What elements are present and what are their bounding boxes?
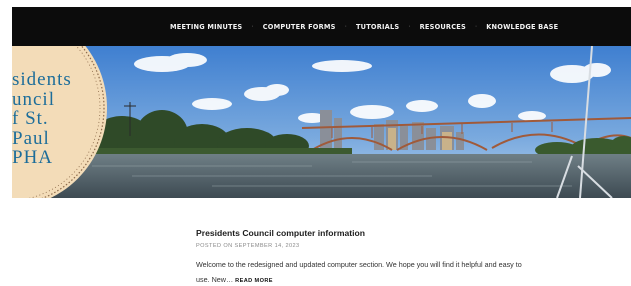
logo-line: sidents: [12, 69, 72, 90]
nav-separator: ·: [474, 23, 478, 30]
nav-item-tutorials[interactable]: TUTORIALS: [356, 23, 399, 31]
top-navigation-bar: MEETING MINUTES · COMPUTER FORMS · TUTOR…: [12, 7, 631, 46]
nav-separator: ·: [251, 23, 254, 30]
post-title-link[interactable]: Presidents Council computer information: [196, 228, 536, 238]
nav-item-meeting-minutes[interactable]: MEETING MINUTES: [170, 23, 242, 31]
nav-item-resources[interactable]: RESOURCES: [420, 23, 466, 31]
logo-line: uncil: [12, 88, 55, 110]
post-meta: POSTED ON SEPTEMBER 14, 2023: [196, 243, 536, 249]
post-date-link[interactable]: SEPTEMBER 14, 2023: [235, 243, 300, 249]
logo-line: PHA: [12, 147, 54, 168]
main-nav: MEETING MINUTES · COMPUTER FORMS · TUTOR…: [12, 7, 631, 46]
nav-separator: ·: [408, 23, 411, 30]
site-logo-text[interactable]: sidents uncil f St. Paul PHA: [12, 70, 72, 168]
nav-separator: ·: [344, 23, 347, 30]
nav-item-computer-forms[interactable]: COMPUTER FORMS: [263, 23, 336, 31]
read-more-link[interactable]: READ MORE: [235, 278, 273, 284]
header-banner-image: [12, 46, 631, 198]
nav-item-knowledge-base[interactable]: KNOWLEDGE BASE: [486, 23, 558, 31]
logo-line: f St.: [12, 108, 49, 129]
posted-on-label: POSTED ON: [196, 243, 233, 249]
blog-post-summary: Presidents Council computer information …: [196, 228, 536, 286]
post-excerpt: Welcome to the redesigned and updated co…: [196, 257, 526, 286]
river-skyline-photo: [12, 46, 631, 198]
logo-line: Paul: [12, 127, 50, 149]
